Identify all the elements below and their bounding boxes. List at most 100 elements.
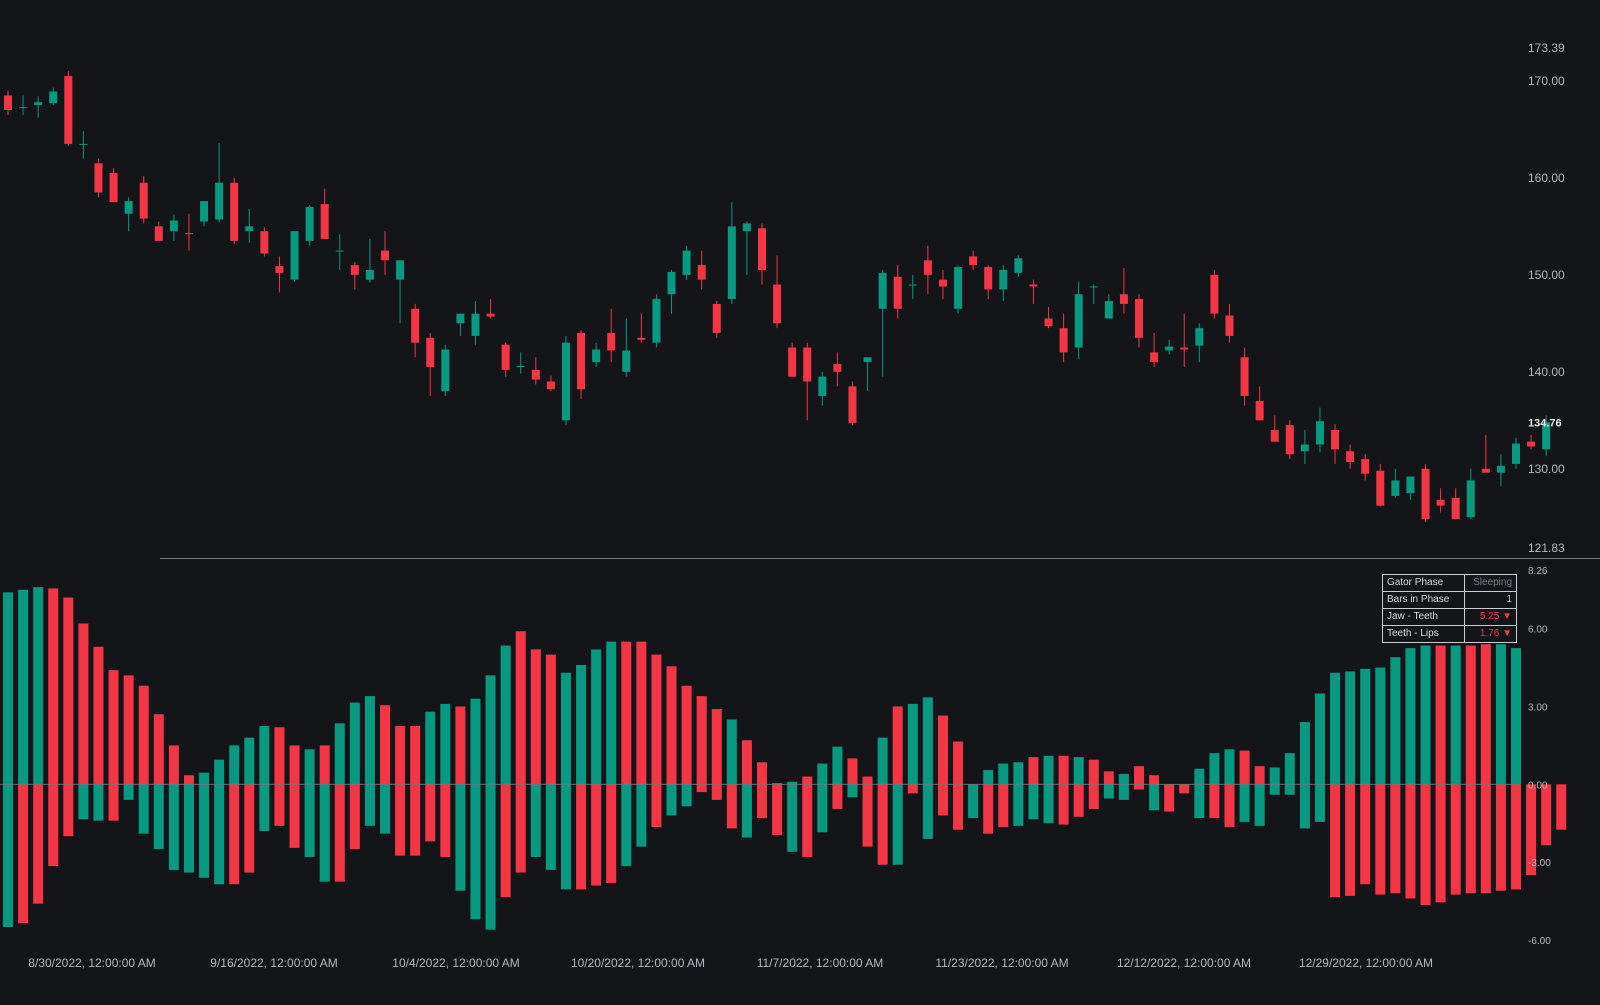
candle-body <box>471 313 480 336</box>
status-label: Teeth - Lips <box>1382 625 1465 643</box>
gator-lower-bar <box>48 784 59 867</box>
candle-body <box>486 313 495 317</box>
candle <box>1512 437 1520 469</box>
status-row-bars-in-phase: Bars in Phase 1 <box>1382 591 1517 609</box>
candle-body <box>94 163 103 193</box>
status-row-gator-phase: Gator Phase Sleeping <box>1382 574 1517 592</box>
gator-upper-bar <box>560 672 571 785</box>
candle <box>1391 468 1400 498</box>
gator-upper-bar <box>1209 753 1220 785</box>
candle <box>1527 434 1536 450</box>
gator-upper-bar <box>1360 668 1371 785</box>
candle-body <box>516 365 525 367</box>
candle <box>1225 303 1234 343</box>
candle-body <box>1014 258 1023 273</box>
candle <box>803 342 812 421</box>
candle-body <box>184 233 193 235</box>
candle <box>154 221 163 241</box>
candle-body <box>1059 328 1068 353</box>
candle <box>200 201 209 227</box>
chart-area[interactable]: 173.39 170.00 160.00 150.00 140.00 130.00 121.… <box>0 0 1600 1000</box>
candle-body <box>954 267 963 309</box>
gator-upper-bar <box>877 737 888 785</box>
gator-upper-bar <box>18 589 29 785</box>
status-label: Gator Phase <box>1382 574 1465 592</box>
candle-body <box>1150 352 1159 363</box>
gator-upper-bar <box>168 745 179 785</box>
candle-body <box>923 260 932 275</box>
price-axis-label: 160.00 <box>1528 171 1565 185</box>
candle <box>19 95 28 115</box>
candle-body <box>154 226 163 241</box>
gator-lower-bar <box>591 784 602 886</box>
gator-lower-bar <box>470 784 481 920</box>
gator-upper-bar <box>681 685 692 785</box>
gator-lower-bar <box>1058 784 1069 825</box>
candle <box>64 71 73 146</box>
candle-body <box>531 369 540 380</box>
candle-body <box>456 313 465 324</box>
gator-upper-bar <box>1194 768 1205 785</box>
gator-lower-bar <box>545 784 556 870</box>
gator-upper-bar <box>1435 645 1446 785</box>
candle-body <box>79 143 88 145</box>
gator-lower-bar <box>772 784 783 835</box>
candle <box>245 208 254 243</box>
candle-body <box>1527 441 1536 447</box>
gator-upper-bar <box>500 645 511 785</box>
gator-upper-bar <box>1134 766 1144 785</box>
candle-body <box>411 308 420 343</box>
candle-body <box>49 91 58 104</box>
gator-lower-bar <box>922 784 933 839</box>
gator-upper-bar <box>33 587 44 785</box>
gator-upper-bar <box>1330 672 1341 785</box>
candle <box>184 213 193 251</box>
candle-body <box>396 260 405 280</box>
candle <box>1014 255 1023 277</box>
candle <box>1044 306 1053 329</box>
candle-body <box>1210 274 1219 314</box>
gator-lower-bar <box>515 784 526 873</box>
candle-body <box>788 347 797 377</box>
candle <box>1361 454 1370 481</box>
candle <box>365 238 374 283</box>
gator-lower-bar <box>1435 784 1446 903</box>
gator-lower-bar <box>1028 784 1039 820</box>
candle <box>1135 294 1143 348</box>
gator-lower-bar <box>1209 784 1220 819</box>
gator-lower-bar <box>937 784 948 816</box>
gator-upper-bar <box>138 685 149 785</box>
gator-upper-bar <box>651 654 662 785</box>
candle <box>667 269 676 314</box>
candle-body <box>1270 429 1279 442</box>
candle-body <box>501 344 510 370</box>
gator-lower-bar <box>953 784 964 830</box>
candle-body <box>19 107 28 109</box>
candle-body <box>938 279 947 287</box>
gator-upper-bar <box>1058 755 1069 785</box>
candle-body <box>320 204 329 239</box>
candle <box>1240 347 1249 406</box>
candle <box>773 255 782 329</box>
candle-body <box>697 265 706 280</box>
gator-lower-bar <box>711 784 722 800</box>
gator-lower-bar <box>153 784 164 850</box>
gator-lower-bar <box>1556 784 1567 830</box>
candle-body <box>592 349 601 363</box>
candle <box>1376 463 1385 507</box>
gator-upper-bar <box>1345 671 1356 785</box>
candle-body <box>1135 299 1143 338</box>
price-axis-label: 121.83 <box>1528 541 1565 555</box>
time-axis-label: 10/20/2022, 12:00:00 AM <box>571 956 705 970</box>
candle <box>848 381 857 426</box>
gator-upper-bar <box>621 641 632 785</box>
gator-lower-bar <box>847 784 858 798</box>
candle-body <box>1104 301 1113 319</box>
gator-lower-bar <box>138 784 149 834</box>
gator-lower-bar <box>741 784 752 838</box>
gator-lower-bar <box>606 784 617 883</box>
time-axis-label: 10/4/2022, 12:00:00 AM <box>392 956 519 970</box>
price-axis-label: 130.00 <box>1528 462 1565 476</box>
gator-lower-bar <box>1149 784 1160 811</box>
gator-upper-bar <box>1314 693 1325 785</box>
